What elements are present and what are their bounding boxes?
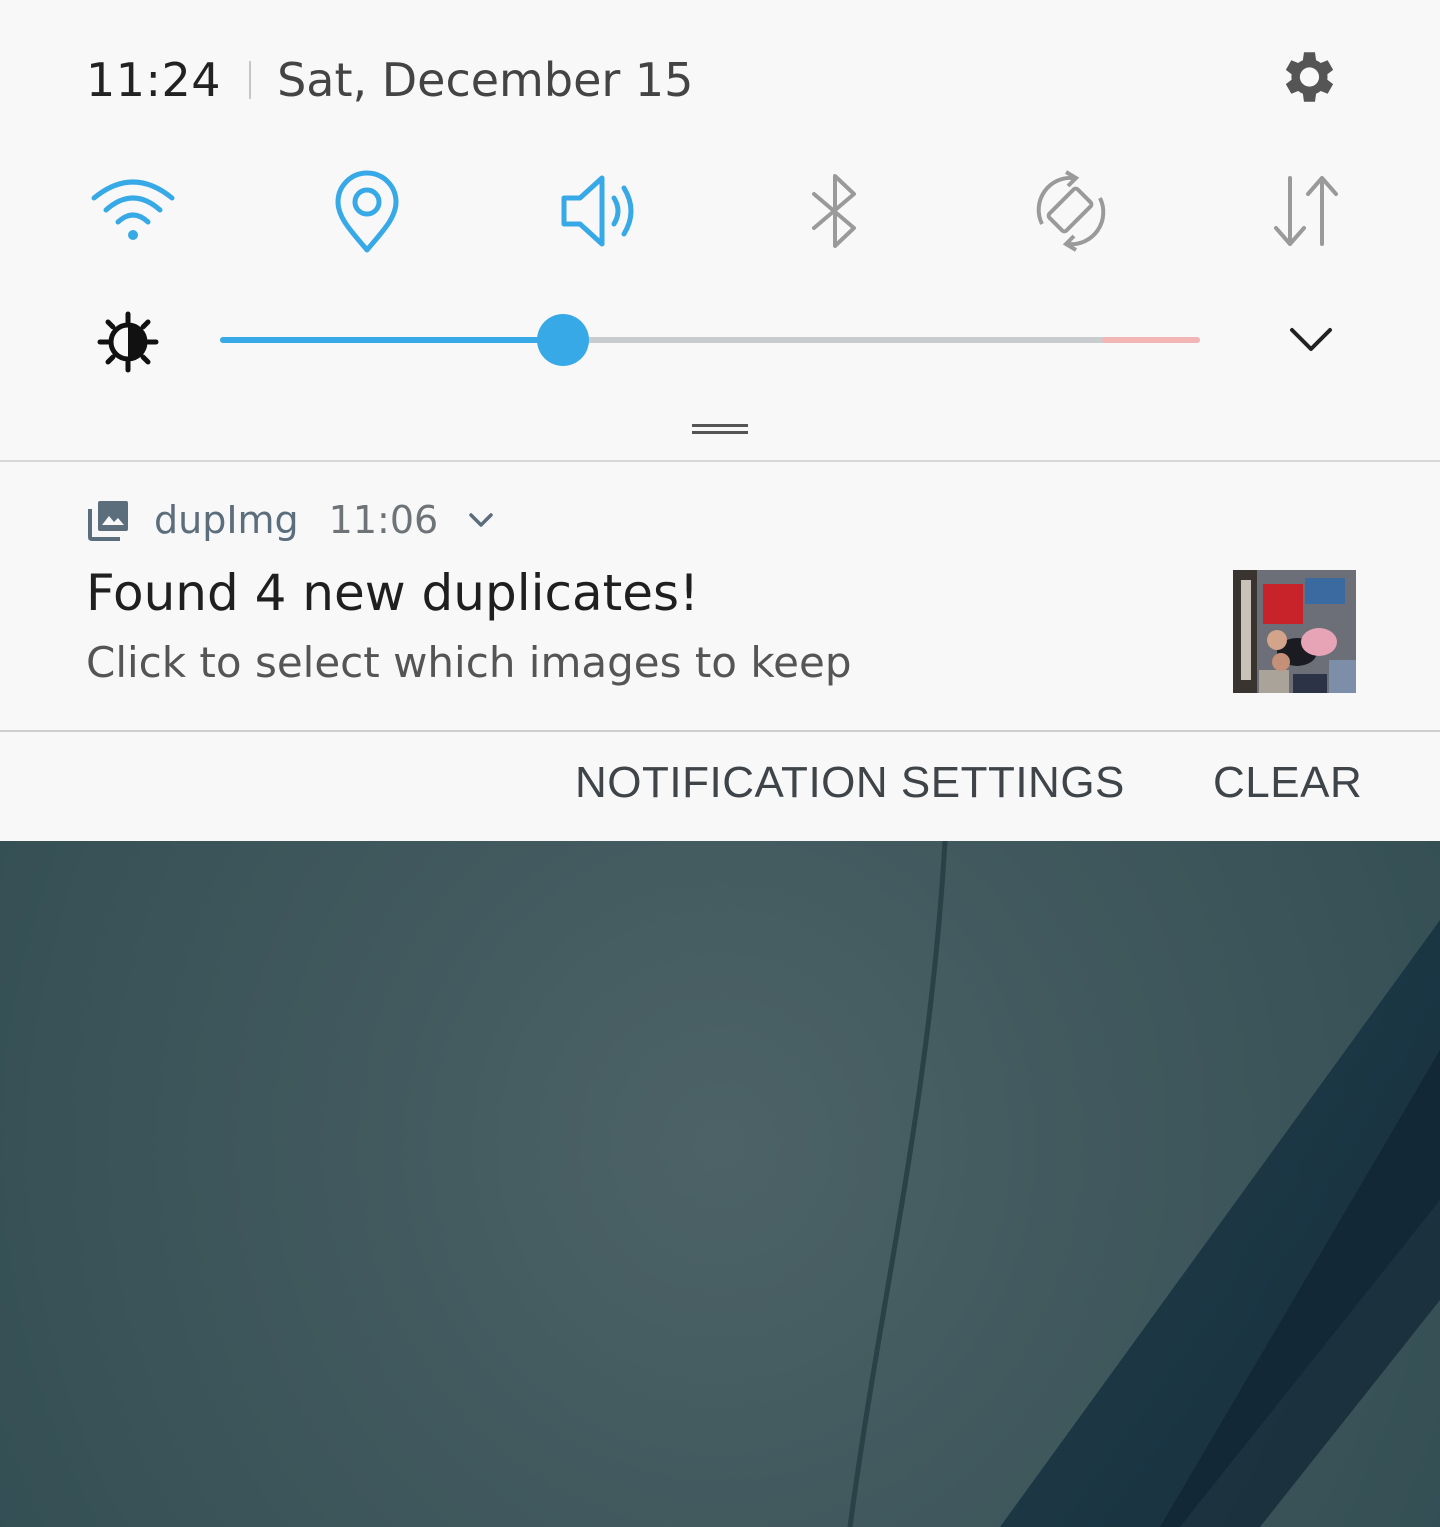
date-label[interactable]: Sat, December 15 (277, 53, 693, 107)
status-divider (249, 61, 252, 99)
expand-chevron-icon[interactable] (466, 505, 496, 535)
brightness-slider[interactable] (220, 314, 1200, 366)
brightness-icon (97, 311, 159, 373)
notification-header: dupImg 11:06 (86, 492, 496, 548)
status-row: 11:24 Sat, December 15 (86, 48, 693, 112)
mobile-data-icon[interactable] (1262, 166, 1352, 256)
wifi-icon[interactable] (88, 166, 178, 256)
notification-shade-screen: 11:24 Sat, December 15 dupImg 11:06 Foun… (0, 0, 1440, 1527)
notification-text: Click to select which images to keep (86, 638, 852, 687)
auto-rotate-icon[interactable] (1026, 166, 1116, 256)
brightness-high-zone (1102, 337, 1200, 343)
quick-panel: 11:24 Sat, December 15 (0, 0, 1440, 460)
chevron-down-icon[interactable] (1284, 316, 1338, 364)
brightness-fill (220, 337, 563, 343)
notification-actions: NOTIFICATION SETTINGS CLEAR (0, 730, 1440, 841)
notification-settings-button[interactable]: NOTIFICATION SETTINGS (575, 758, 1125, 808)
clear-button[interactable]: CLEAR (1213, 758, 1362, 808)
brightness-thumb[interactable] (537, 314, 589, 366)
handle-line (692, 424, 748, 427)
clock-time[interactable]: 11:24 (86, 53, 221, 107)
drag-handle[interactable] (692, 424, 748, 436)
bluetooth-icon[interactable] (790, 166, 880, 256)
notification-thumbnail (1233, 570, 1356, 693)
handle-line (692, 431, 748, 434)
notification-card[interactable]: dupImg 11:06 Found 4 new duplicates! Cli… (0, 460, 1440, 730)
notification-time: 11:06 (328, 498, 439, 542)
gear-icon[interactable] (1274, 44, 1340, 110)
location-icon[interactable] (322, 166, 412, 256)
notification-title: Found 4 new duplicates! (86, 564, 700, 622)
app-name: dupImg (154, 498, 299, 542)
gallery-icon (88, 501, 128, 541)
sound-icon[interactable] (556, 166, 646, 256)
